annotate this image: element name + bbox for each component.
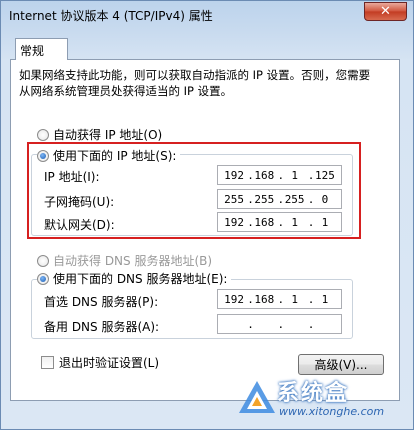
octet: 168	[254, 292, 275, 306]
octet: 192	[224, 292, 244, 306]
close-button[interactable]: ✕	[364, 2, 407, 21]
auto-ip-option[interactable]: 自动获得 IP 地址(O)	[37, 126, 162, 143]
manual-dns-option[interactable]: 使用下面的 DNS 服务器地址(E):	[37, 270, 232, 287]
advanced-button[interactable]: 高级(V)...	[298, 354, 384, 375]
octet: 1	[321, 292, 329, 306]
manual-dns-radio[interactable]	[37, 272, 49, 285]
highlight-box	[27, 142, 361, 239]
watermark-logo-icon	[239, 381, 275, 413]
alternate-dns-input[interactable]: . . .	[217, 314, 342, 334]
preferred-dns-label: 首选 DNS 服务器(P):	[44, 295, 159, 309]
validate-label: 退出时验证设置(L)	[59, 356, 160, 370]
title-bar[interactable]: Internet 协议版本 4 (TCP/IPv4) 属性 ✕	[1, 1, 413, 29]
auto-dns-label: 自动获得 DNS 服务器地址(B)	[53, 254, 213, 268]
watermark-title: 系统盒	[277, 381, 350, 406]
auto-dns-option[interactable]: 自动获得 DNS 服务器地址(B)	[37, 252, 212, 269]
watermark: 系统盒 www.xitonghe.com	[233, 373, 408, 427]
window-title: Internet 协议版本 4 (TCP/IPv4) 属性	[9, 9, 213, 23]
description-text: 如果网络支持此功能，则可以获取自动指派的 IP 设置。否则，您需要从网络系统管理…	[19, 68, 371, 98]
octet: 1	[291, 292, 298, 306]
preferred-dns-input[interactable]: 192. 168. 1. 1	[217, 289, 342, 309]
validate-checkbox[interactable]	[41, 356, 54, 369]
alternate-dns-label: 备用 DNS 服务器(A):	[44, 320, 160, 334]
tab-general[interactable]: 常规	[15, 38, 68, 60]
watermark-url: www.xitonghe.com	[279, 405, 385, 418]
validate-option[interactable]: 退出时验证设置(L)	[41, 354, 159, 371]
close-icon: ✕	[380, 4, 391, 19]
auto-dns-radio[interactable]	[37, 254, 49, 267]
auto-ip-radio[interactable]	[37, 128, 49, 141]
dialog-window: Internet 协议版本 4 (TCP/IPv4) 属性 ✕ 常规 如果网络支…	[0, 0, 414, 430]
auto-ip-label: 自动获得 IP 地址(O)	[53, 128, 163, 142]
manual-dns-label: 使用下面的 DNS 服务器地址(E):	[53, 272, 228, 286]
